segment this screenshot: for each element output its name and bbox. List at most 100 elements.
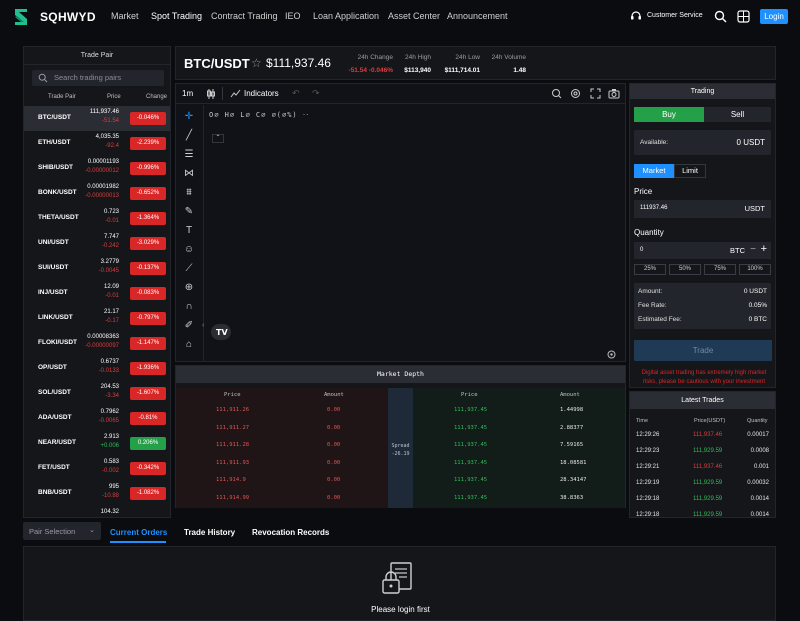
quantity-unit: BTC — [730, 246, 745, 255]
time-settings-icon[interactable] — [607, 350, 616, 359]
language-icon[interactable] — [737, 10, 750, 23]
headset-icon[interactable] — [630, 10, 642, 22]
crosshair-icon[interactable]: ✛ — [182, 111, 196, 125]
ask-amount: 7.59165 — [560, 442, 584, 448]
buy-tab[interactable]: Buy — [634, 107, 704, 122]
tab-current-orders[interactable]: Current Orders — [110, 528, 167, 537]
percent-25-button[interactable]: 25% — [634, 264, 666, 275]
chart-canvas[interactable] — [205, 105, 625, 361]
pair-row[interactable]: SUI/USDT 3.2779 -0.0045 -0.137% — [24, 256, 170, 281]
redo-icon[interactable]: ↷ — [312, 88, 320, 99]
text-icon[interactable]: T — [182, 225, 196, 239]
login-button[interactable]: Login — [760, 9, 788, 24]
tab-revocation-records[interactable]: Revocation Records — [252, 528, 329, 537]
fullscreen-icon[interactable] — [590, 88, 601, 99]
candle-type-icon[interactable] — [206, 88, 216, 100]
plus-icon[interactable]: + — [761, 243, 767, 255]
pair-row[interactable]: BTC/USDT 111,937.46 -51.54 -0.046% — [24, 106, 170, 131]
pair-selection-label: Pair Selection — [29, 527, 76, 536]
quantity-input[interactable]: 0 BTC − + — [634, 242, 771, 259]
pair-row[interactable]: OP/USDT 0.6737 -0.0133 -1.936% — [24, 356, 170, 381]
percent-50-button[interactable]: 50% — [669, 264, 701, 275]
price-unit: USDT — [744, 204, 765, 213]
search-icon — [38, 73, 48, 83]
nav-contract-trading[interactable]: Contract Trading — [211, 11, 278, 21]
pair-row[interactable]: ETH/USDT 4,035.35 -92.4 -2.239% — [24, 131, 170, 156]
pair-price: 0.583 — [103, 459, 119, 465]
pair-row[interactable]: THETA/USDT 0.723 -0.01 -1.364% — [24, 206, 170, 231]
pair-name: UNI/USDT — [38, 239, 69, 246]
pair-row[interactable]: NEAR/USDT 2.913 +0.006 0.206% — [24, 431, 170, 456]
chart-toolbar: 1m Indicators ↶ ↷ — [176, 84, 625, 104]
logo-icon[interactable] — [12, 7, 30, 27]
pair-change-badge: -1.147% — [130, 337, 166, 350]
nav-asset-center[interactable]: Asset Center — [388, 11, 440, 21]
emoji-icon[interactable]: ☺ — [182, 244, 196, 258]
trade-time: 12:29:19 — [636, 480, 660, 486]
pair-row[interactable]: BONK/USDT 0.00001982 -0.00000013 -0.652% — [24, 181, 170, 206]
indicators-icon[interactable] — [230, 88, 241, 99]
market-order-tab[interactable]: Market — [634, 164, 674, 178]
ask-side — [413, 388, 625, 508]
pair-change: -0.002 — [101, 468, 119, 474]
magnet-icon[interactable]: ∩ — [182, 301, 196, 315]
pair-row[interactable]: ADA/USDT 0.7962 -0.0065 -0.81% — [24, 406, 170, 431]
trend-line-icon[interactable]: ╱ — [182, 130, 196, 144]
trash-icon[interactable]: ⌂ — [182, 339, 196, 353]
nav-loan-application[interactable]: Loan Application — [313, 11, 379, 21]
col-trade-pair: Trade Pair — [48, 94, 76, 100]
pair-row[interactable]: FLOKI/USDT 0.00008363 -0.00000097 -1.147% — [24, 331, 170, 356]
interval-button[interactable]: 1m — [182, 89, 193, 98]
pair-price: 0.723 — [103, 209, 119, 215]
pair-search-input[interactable]: Search trading pairs — [32, 70, 164, 86]
pair-row[interactable]: INJ/USDT 12.09 -0.01 -0.083% — [24, 281, 170, 306]
customer-service-link[interactable]: Customer Service — [647, 12, 703, 19]
pair-row[interactable]: UNI/USDT 7.747 -0.242 -3.029% — [24, 231, 170, 256]
sell-tab[interactable]: Sell — [704, 107, 771, 122]
brand-name[interactable]: SQHWYD — [40, 10, 96, 24]
measure-icon[interactable]: ⩩ — [182, 187, 196, 201]
pair-row[interactable]: BNB/USDT 995 -10.88 -1.082% — [24, 481, 170, 506]
trade-quantity: 0.0014 — [750, 512, 769, 518]
pair-row[interactable]: FET/USDT 0.583 -0.002 -0.342% — [24, 456, 170, 481]
nav-market[interactable]: Market — [111, 11, 139, 21]
settings-icon[interactable] — [570, 88, 581, 99]
brush-icon[interactable]: ✎ — [182, 206, 196, 220]
star-icon[interactable]: ☆ — [251, 56, 262, 70]
pair-selection-dropdown[interactable]: Pair Selection ⌄ — [23, 522, 101, 540]
camera-icon[interactable] — [608, 88, 620, 99]
undo-icon[interactable]: ↶ — [292, 88, 300, 99]
price-input[interactable]: 111937.46 USDT — [634, 200, 771, 218]
pair-price: 21.17 — [103, 309, 119, 315]
lock-draw-icon[interactable]: ✐ — [182, 320, 196, 334]
nav-announcement[interactable]: Announcement — [447, 11, 508, 21]
pattern-icon[interactable]: ⋈ — [182, 168, 196, 182]
collapse-legend-icon[interactable]: ⌃ — [212, 134, 224, 143]
ask-amount: 38.8363 — [560, 494, 584, 501]
pair-change: +0.006 — [100, 443, 119, 449]
percent-75-button[interactable]: 75% — [704, 264, 736, 275]
nav-ieo[interactable]: IEO — [285, 11, 301, 21]
percent-100-button[interactable]: 100% — [739, 264, 771, 275]
ask-price: 111,937.45 — [454, 494, 488, 501]
limit-order-tab[interactable]: Limit — [674, 164, 706, 178]
tradingview-logo-icon[interactable]: TV — [211, 324, 231, 340]
ruler-icon[interactable]: ⟋ — [182, 263, 196, 277]
pair-name: BNB/USDT — [38, 489, 72, 496]
pair-row[interactable]: SOL/USDT 204.53 -3.34 -1.607% — [24, 381, 170, 406]
search-icon[interactable] — [714, 10, 727, 23]
zoom-icon[interactable]: ⊕ — [182, 282, 196, 296]
pair-row[interactable]: LINK/USDT 21.17 -0.17 -0.797% — [24, 306, 170, 331]
pair-row[interactable]: SHIB/USDT 0.00001193 -0.00000012 -0.996% — [24, 156, 170, 181]
tab-trade-history[interactable]: Trade History — [184, 528, 235, 537]
minus-icon[interactable]: − — [750, 244, 756, 255]
ask-amount: 28.34147 — [560, 477, 587, 483]
quick-search-icon[interactable] — [551, 88, 562, 99]
indicators-button[interactable]: Indicators — [244, 89, 279, 98]
trade-button[interactable]: Trade — [634, 340, 772, 361]
price-header: Price(USDT) — [694, 418, 726, 424]
collapse-toolbar-icon[interactable]: ‹ — [202, 322, 204, 329]
trade-time: 12:29:18 — [636, 512, 660, 518]
fib-icon[interactable]: ☰ — [182, 149, 196, 163]
nav-spot-trading[interactable]: Spot Trading — [151, 11, 202, 21]
